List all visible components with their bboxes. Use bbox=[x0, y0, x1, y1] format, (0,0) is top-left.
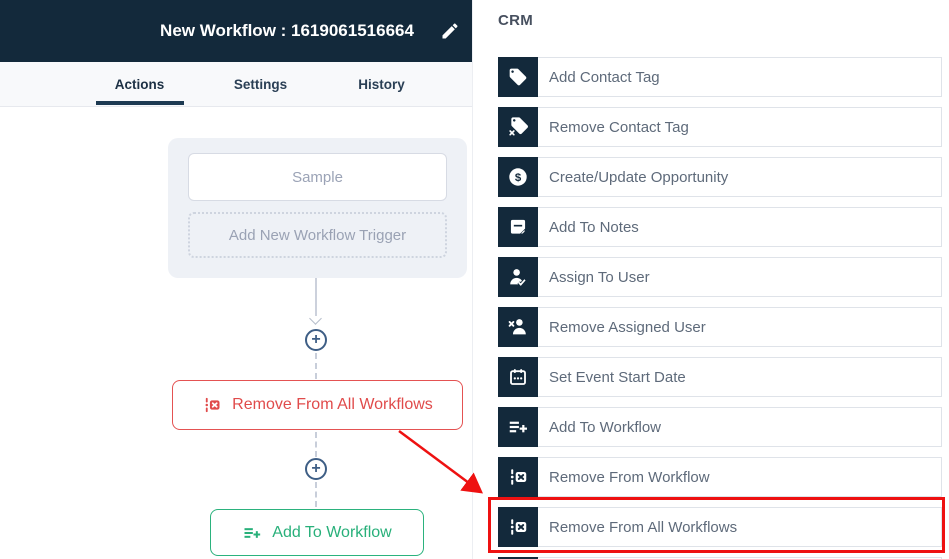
playlist-add-icon bbox=[498, 407, 538, 447]
action-item-label: Add To Notes bbox=[538, 219, 639, 236]
action-item-remove-from-workflow[interactable]: Remove From Workflow bbox=[498, 457, 942, 497]
workflow-header: New Workflow : 1619061516664 bbox=[0, 0, 472, 62]
node-remove-from-all-workflows[interactable]: Remove From All Workflows bbox=[172, 380, 463, 430]
action-item-remove-assigned-user[interactable]: Remove Assigned User bbox=[498, 307, 942, 347]
connector-dashed bbox=[315, 432, 317, 457]
user-check-icon bbox=[498, 257, 538, 297]
connector-dashed bbox=[315, 353, 317, 379]
arrow-down-icon bbox=[309, 312, 322, 325]
sample-trigger-node[interactable]: Sample bbox=[188, 153, 447, 201]
add-step-button-2[interactable] bbox=[305, 458, 327, 480]
note-icon bbox=[498, 207, 538, 247]
action-item-label: Remove From Workflow bbox=[538, 469, 710, 486]
workflow-editor-pane: New Workflow : 1619061516664 Actions Set… bbox=[0, 0, 472, 559]
tab-actions[interactable]: Actions bbox=[79, 62, 200, 106]
action-item-remove-contact-tag[interactable]: Remove Contact Tag bbox=[498, 107, 942, 147]
action-item-label: Remove Assigned User bbox=[538, 319, 706, 336]
node-label: Add To Workflow bbox=[272, 524, 391, 542]
action-item-label: Create/Update Opportunity bbox=[538, 169, 728, 186]
action-item-label: Assign To User bbox=[538, 269, 650, 286]
workflow-remove-icon bbox=[498, 457, 538, 497]
workflow-remove-icon bbox=[498, 507, 538, 547]
action-item-label: Add Contact Tag bbox=[538, 69, 660, 86]
playlist-add-icon bbox=[242, 523, 262, 543]
node-add-to-workflow[interactable]: Add To Workflow bbox=[210, 509, 424, 556]
action-item-assign-to-user[interactable]: Assign To User bbox=[498, 257, 942, 297]
action-item-label: Remove From All Workflows bbox=[538, 519, 737, 536]
action-item-label: Remove Contact Tag bbox=[538, 119, 689, 136]
user-remove-icon bbox=[498, 307, 538, 347]
workflow-title: New Workflow : 1619061516664 bbox=[160, 21, 414, 41]
pencil-icon[interactable] bbox=[440, 21, 460, 41]
tag-icon bbox=[498, 57, 538, 97]
action-item-remove-from-all-workflows[interactable]: Remove From All Workflows bbox=[498, 507, 942, 547]
svg-text:$: $ bbox=[515, 172, 522, 184]
tab-settings[interactable]: Settings bbox=[200, 62, 321, 106]
action-item-add-contact-tag[interactable]: Add Contact Tag bbox=[498, 57, 942, 97]
action-item-add-to-workflow[interactable]: Add To Workflow bbox=[498, 407, 942, 447]
workflow-remove-icon bbox=[202, 395, 222, 415]
action-item-label: Add To Workflow bbox=[538, 419, 661, 436]
tab-history[interactable]: History bbox=[321, 62, 442, 106]
action-item-create-update-opportunity[interactable]: $ Create/Update Opportunity bbox=[498, 157, 942, 197]
connector-dashed bbox=[315, 482, 317, 507]
node-label: Remove From All Workflows bbox=[232, 396, 433, 414]
action-item-label: Set Event Start Date bbox=[538, 369, 686, 386]
panel-section-title: CRM bbox=[498, 12, 533, 29]
add-step-button-1[interactable] bbox=[305, 329, 327, 351]
connector-line bbox=[315, 278, 317, 316]
dollar-icon: $ bbox=[498, 157, 538, 197]
calendar-icon bbox=[498, 357, 538, 397]
add-trigger-button[interactable]: Add New Workflow Trigger bbox=[188, 212, 447, 258]
action-item-add-to-notes[interactable]: Add To Notes bbox=[498, 207, 942, 247]
tag-remove-icon bbox=[498, 107, 538, 147]
action-item-set-event-start-date[interactable]: Set Event Start Date bbox=[498, 357, 942, 397]
trigger-group: Sample Add New Workflow Trigger bbox=[168, 138, 467, 278]
tab-bar: Actions Settings History bbox=[0, 62, 472, 107]
actions-panel: CRM Add Contact Tag Remove Contact Tag $ Cr… bbox=[472, 0, 949, 559]
